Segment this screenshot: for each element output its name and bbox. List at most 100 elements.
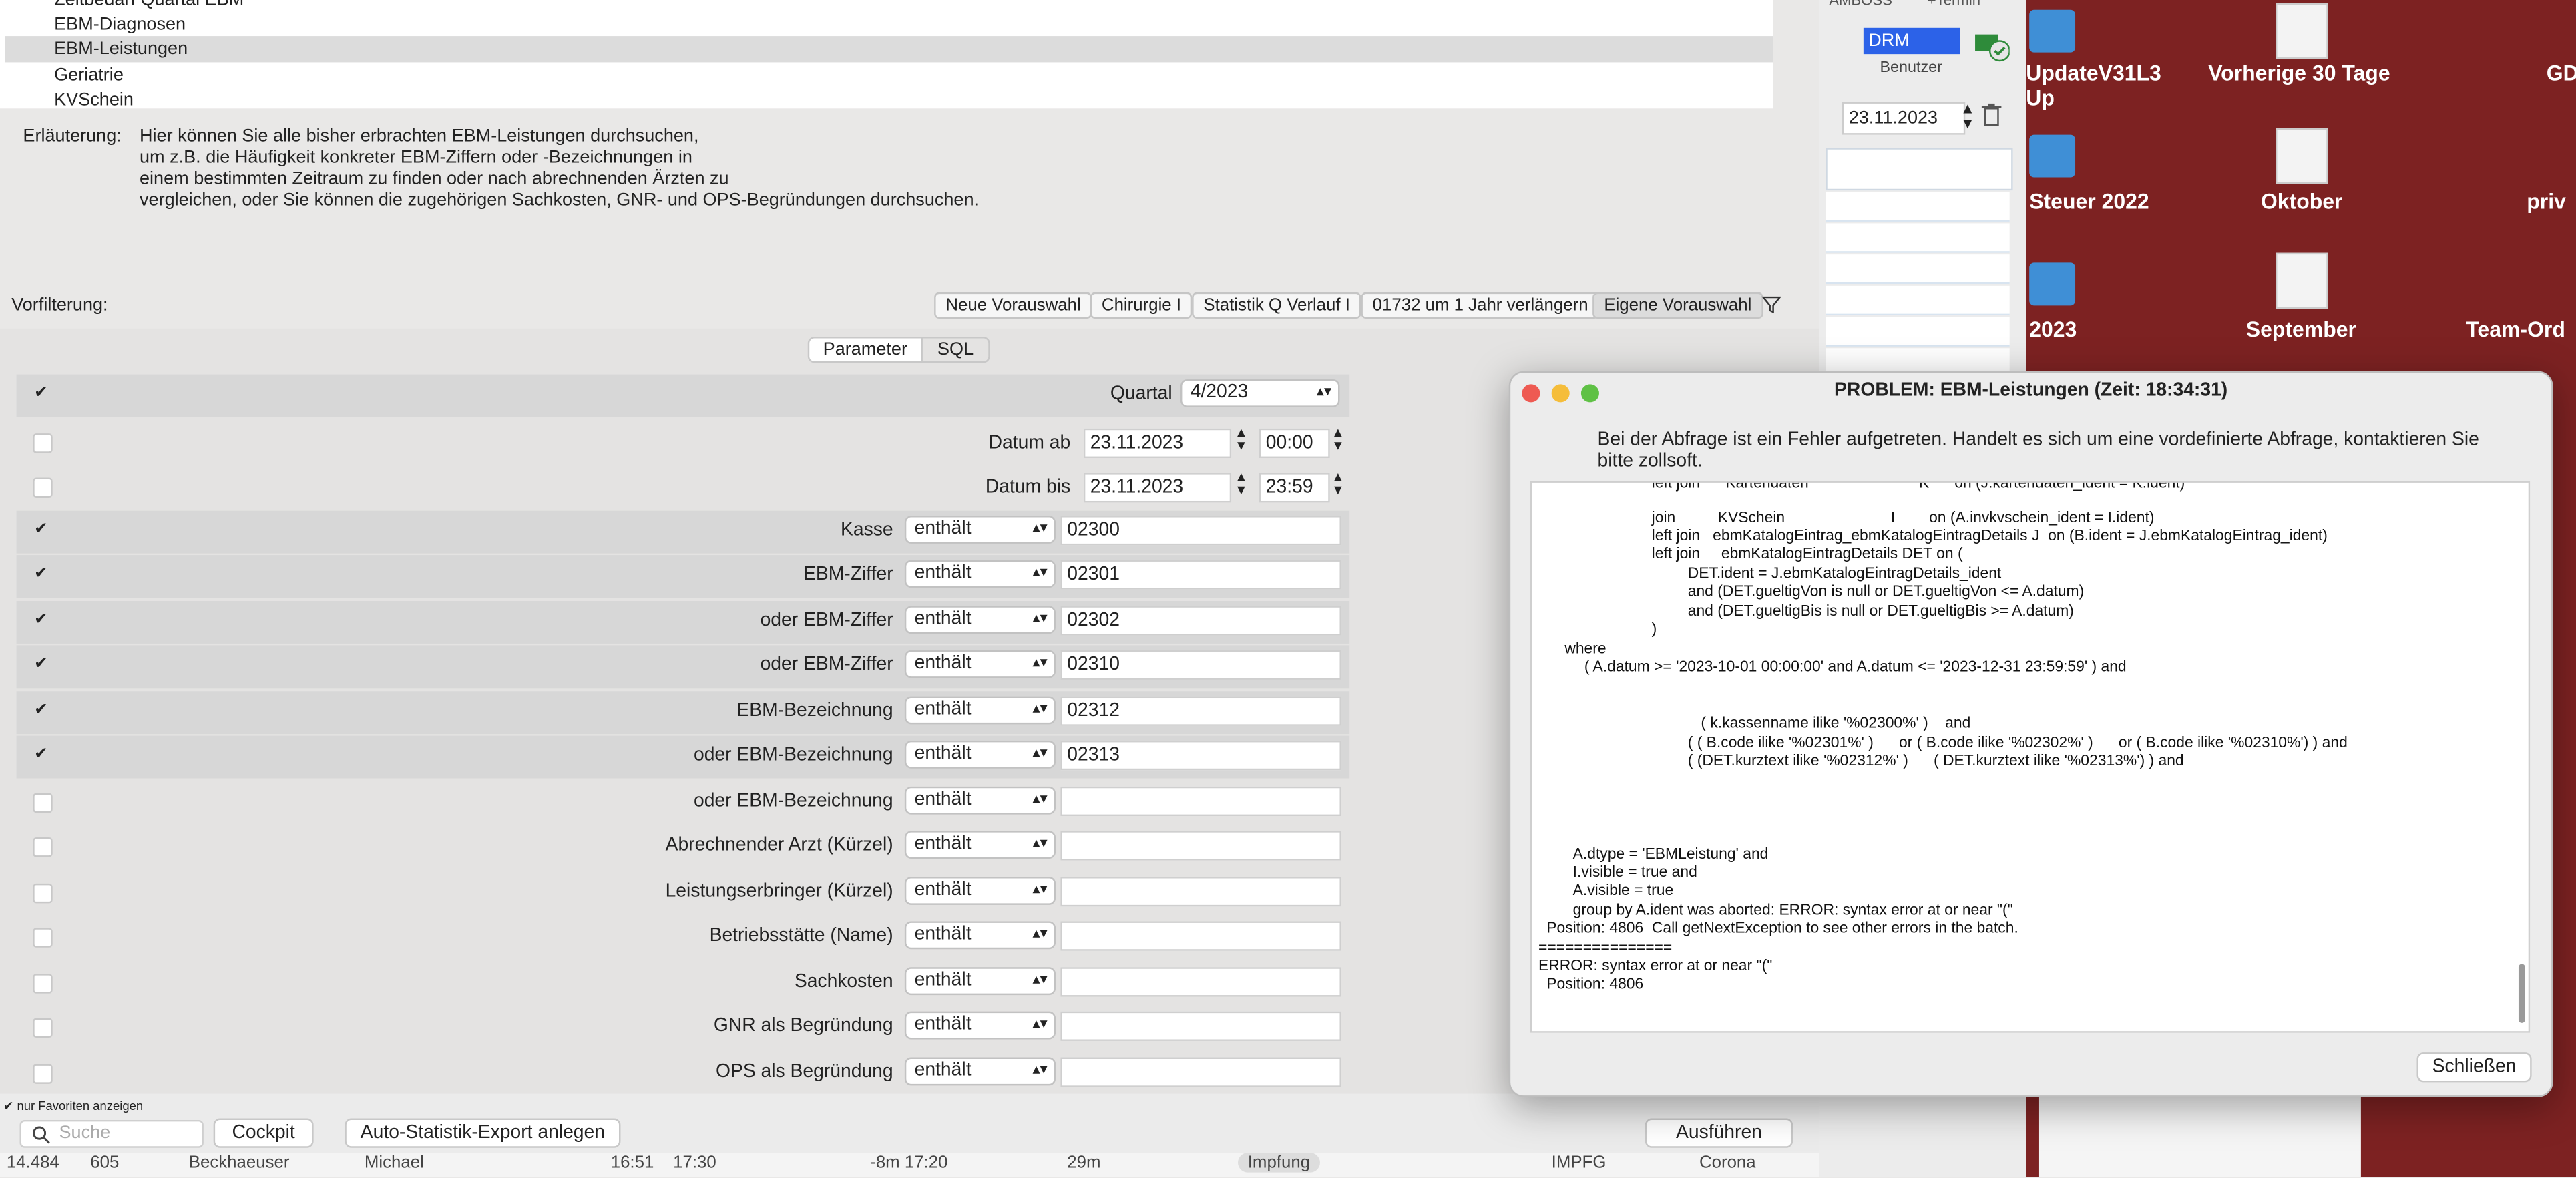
- operator-select[interactable]: enthält ▴▾: [904, 1011, 1056, 1040]
- param-checkbox[interactable]: [33, 1018, 53, 1038]
- param-checkbox[interactable]: ✔: [33, 747, 49, 764]
- query-list[interactable]: Zeitbedarf Quartal EBM EBM-Diagnosen EBM…: [0, 0, 1773, 110]
- operator-select[interactable]: enthält ▴▾: [904, 1057, 1056, 1086]
- search-input[interactable]: Suche: [19, 1119, 204, 1148]
- quartal-checkbox[interactable]: ✔: [33, 385, 49, 403]
- datum-bis-date[interactable]: 23.11.2023: [1083, 473, 1232, 503]
- row-cell: Impfung: [1238, 1153, 1320, 1173]
- list-item[interactable]: Zeitbedarf Quartal EBM: [54, 0, 244, 10]
- list-row[interactable]: [1826, 192, 2010, 222]
- datum-bis-label: Datum bis: [985, 477, 1071, 498]
- folder-icon[interactable]: [2029, 262, 2076, 306]
- sql-line: left join ebmKatalogEintragDetails DET o…: [1651, 545, 1963, 562]
- param-label: EBM-Bezeichnung: [736, 701, 893, 721]
- list-row[interactable]: [1826, 254, 2010, 284]
- favorites-label: nur Favoriten anzeigen: [17, 1099, 144, 1114]
- param-value-input[interactable]: 02302: [1060, 606, 1341, 636]
- operator-select[interactable]: enthält ▴▾: [904, 786, 1056, 815]
- param-value-input[interactable]: [1060, 831, 1341, 861]
- appointment-row[interactable]: 14.484 605 Beckhaeuser Michael 16:51 17:…: [0, 1153, 1819, 1178]
- operator-select[interactable]: enthält ▴▾: [904, 696, 1056, 725]
- param-value-input[interactable]: 02312: [1060, 696, 1341, 726]
- date-stepper[interactable]: ▲ ▼: [1960, 101, 1975, 131]
- param-checkbox[interactable]: [33, 793, 53, 813]
- operator-select[interactable]: enthält ▴▾: [904, 831, 1056, 859]
- param-value-input[interactable]: [1060, 921, 1341, 951]
- document-icon[interactable]: [2276, 128, 2328, 184]
- param-value-input[interactable]: [1060, 967, 1341, 997]
- operator-select[interactable]: enthält ▴▾: [904, 877, 1056, 905]
- sync-icon[interactable]: [1974, 29, 2010, 62]
- datum-ab-checkbox[interactable]: [33, 433, 53, 453]
- list-item[interactable]: Geriatrie: [54, 65, 124, 85]
- scrollbar-thumb[interactable]: [2518, 964, 2525, 1023]
- list-item[interactable]: EBM-Diagnosen: [54, 15, 186, 35]
- tab-sql[interactable]: SQL: [921, 337, 990, 363]
- param-checkbox[interactable]: [33, 1064, 53, 1084]
- user-code-badge[interactable]: DRM: [1863, 27, 1960, 55]
- param-checkbox[interactable]: [33, 883, 53, 904]
- param-value-input[interactable]: [1060, 1057, 1341, 1087]
- prefilter-button[interactable]: Chirurgie I: [1090, 292, 1193, 319]
- datum-ab-date[interactable]: 23.11.2023: [1083, 428, 1232, 459]
- document-icon[interactable]: [2276, 252, 2328, 309]
- document-icon[interactable]: [2276, 3, 2328, 59]
- prefilter-button[interactable]: Neue Vorauswahl: [934, 292, 1092, 319]
- tab-parameter[interactable]: Parameter: [807, 337, 923, 363]
- cockpit-button[interactable]: Cockpit: [213, 1118, 314, 1148]
- prefilter-button[interactable]: 01732 um 1 Jahr verlängern: [1361, 292, 1600, 319]
- param-checkbox[interactable]: ✔: [33, 566, 49, 583]
- row-cell: -8m 17:20: [870, 1153, 948, 1173]
- param-checkbox[interactable]: ✔: [33, 656, 49, 674]
- operator-select[interactable]: enthält ▴▾: [904, 560, 1056, 588]
- sql-line: I.visible = true and: [1572, 863, 1697, 880]
- folder-icon[interactable]: [2029, 134, 2076, 178]
- operator-select[interactable]: enthält ▴▾: [904, 921, 1056, 950]
- folder-icon[interactable]: [2029, 9, 2076, 53]
- list-item[interactable]: KVSchein: [54, 90, 134, 110]
- time-stepper[interactable]: ▲ ▼: [1331, 426, 1344, 453]
- favorites-checkbox[interactable]: ✔ nur Favoriten anzeigen: [3, 1099, 143, 1113]
- sql-error-textarea[interactable]: left join Kartendaten K on (J.kartendate…: [1530, 481, 2531, 1033]
- operator-select[interactable]: enthält ▴▾: [904, 516, 1056, 544]
- operator-select[interactable]: enthält ▴▾: [904, 650, 1056, 678]
- operator-select[interactable]: enthält ▴▾: [904, 967, 1056, 996]
- param-value-input[interactable]: [1060, 877, 1341, 907]
- param-value-input[interactable]: 02301: [1060, 560, 1341, 590]
- sql-line: ERROR: syntax error at or near "(": [1538, 957, 1773, 974]
- datum-bis-checkbox[interactable]: [33, 477, 53, 498]
- param-checkbox[interactable]: ✔: [33, 522, 49, 539]
- param-checkbox[interactable]: [33, 974, 53, 994]
- param-value-input[interactable]: 02313: [1060, 740, 1341, 771]
- run-button[interactable]: Ausführen: [1645, 1118, 1793, 1148]
- time-stepper[interactable]: ▲ ▼: [1331, 470, 1344, 498]
- param-checkbox[interactable]: [33, 928, 53, 948]
- quartal-select[interactable]: 4/2023 ▴▾: [1180, 379, 1340, 407]
- close-button[interactable]: Schließen: [2416, 1052, 2532, 1083]
- prefilter-button-active[interactable]: Eigene Vorauswahl: [1592, 292, 1763, 319]
- datum-bis-time[interactable]: 23:59: [1259, 473, 1330, 503]
- operator-select[interactable]: enthält ▴▾: [904, 740, 1056, 769]
- param-value-input[interactable]: [1060, 786, 1341, 817]
- auto-export-button[interactable]: Auto-Statistik-Export anlegen: [345, 1118, 621, 1148]
- filter-icon[interactable]: [1760, 292, 1783, 315]
- date-stepper[interactable]: ▲ ▼: [1235, 470, 1247, 498]
- list-item[interactable]: EBM-Leistungen: [54, 39, 188, 59]
- list-row[interactable]: [1826, 285, 2010, 316]
- param-checkbox[interactable]: ✔: [33, 702, 49, 719]
- list-row[interactable]: [1826, 223, 2010, 253]
- date-field[interactable]: 23.11.2023: [1842, 102, 1966, 135]
- trash-icon[interactable]: [1980, 102, 2002, 128]
- prefilter-button[interactable]: Statistik Q Verlauf I: [1192, 292, 1362, 319]
- param-label: EBM-Ziffer: [803, 564, 893, 585]
- list-row[interactable]: [1826, 317, 2010, 347]
- operator-select[interactable]: enthält ▴▾: [904, 606, 1056, 634]
- list-row[interactable]: [1826, 148, 2013, 191]
- param-value-input[interactable]: 02300: [1060, 516, 1341, 546]
- param-checkbox[interactable]: ✔: [33, 612, 49, 629]
- param-value-input[interactable]: 02310: [1060, 650, 1341, 680]
- param-checkbox[interactable]: [33, 837, 53, 857]
- datum-ab-time[interactable]: 00:00: [1259, 428, 1330, 459]
- date-stepper[interactable]: ▲ ▼: [1235, 426, 1247, 453]
- param-value-input[interactable]: [1060, 1011, 1341, 1041]
